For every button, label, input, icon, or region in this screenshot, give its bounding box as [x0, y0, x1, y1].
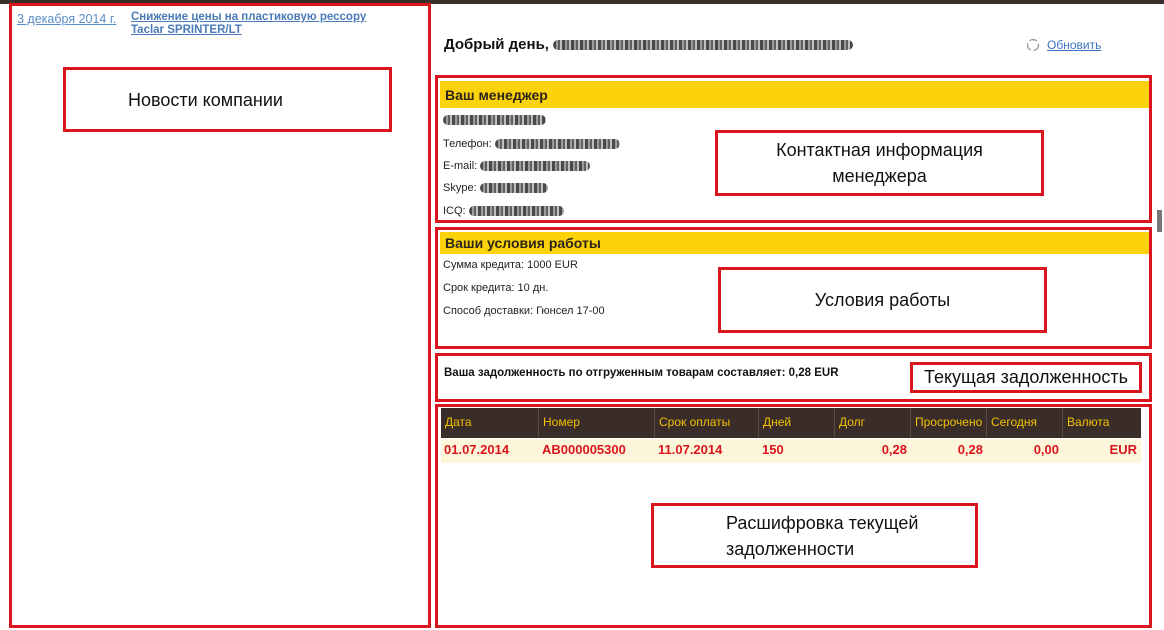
scrollbar-thumb[interactable] [1157, 210, 1162, 232]
debt-text: Ваша задолженность по отгруженным товара… [444, 367, 839, 379]
cell-date: 01.07.2014 [444, 442, 510, 457]
greeting-text: Добрый день, [444, 36, 549, 53]
credit-term: Срок кредита: 10 дн. [443, 282, 549, 294]
cell-due-date: 11.07.2014 [658, 442, 723, 457]
debt-annotation: Текущая задолженность [910, 362, 1142, 393]
news-annotation: Новости компании [63, 67, 392, 132]
cell-debt: 0,28 [881, 442, 907, 457]
manager-icq: ICQ: [443, 205, 564, 217]
manager-phone: Телефон: [443, 138, 620, 150]
manager-name [443, 114, 546, 126]
col-days[interactable]: Дней [759, 408, 835, 438]
debt-details-annotation: Расшифровка текущей задолженности [651, 503, 978, 568]
col-due-date[interactable]: Срок оплаты [655, 408, 759, 438]
cell-number: AB000005300 [542, 442, 626, 457]
manager-header: Ваш менеджер [440, 81, 1149, 108]
news-date[interactable]: 3 декабря 2014 г. [17, 12, 116, 26]
terms-header: Ваши условия работы [440, 232, 1149, 254]
credit-sum: Сумма кредита: 1000 EUR [443, 259, 578, 271]
cell-today: 0,00 [1033, 442, 1059, 457]
table-row[interactable]: 01.07.2014 AB000005300 11.07.2014 150 0,… [441, 439, 1141, 463]
cell-days: 150 [762, 442, 784, 457]
manager-email-label: E-mail: [443, 160, 478, 172]
refresh-button[interactable]: Обновить [1026, 38, 1101, 52]
col-today[interactable]: Сегодня [987, 408, 1063, 438]
col-debt[interactable]: Долг [835, 408, 911, 438]
delivery-method: Способ доставки: Гюнсел 17-00 [443, 305, 605, 317]
manager-skype-label: Skype: [443, 182, 477, 194]
redacted-user-name [553, 40, 854, 51]
refresh-icon [1026, 38, 1040, 52]
debt-table-header: Дата Номер Срок оплаты Дней Долг Просроч… [441, 408, 1141, 438]
col-overdue[interactable]: Просрочено [911, 408, 987, 438]
news-title-link[interactable]: Снижение цены на пластиковую рессору Tac… [131, 11, 391, 37]
col-date[interactable]: Дата [441, 408, 539, 438]
cell-currency: EUR [1109, 442, 1137, 457]
greeting: Добрый день, [444, 36, 854, 53]
terms-annotation: Условия работы [718, 267, 1047, 333]
cell-overdue: 0,28 [957, 442, 983, 457]
manager-skype: Skype: [443, 182, 548, 194]
col-number[interactable]: Номер [539, 408, 655, 438]
manager-phone-label: Телефон: [443, 138, 492, 150]
manager-icq-label: ICQ: [443, 205, 466, 217]
manager-email: E-mail: [443, 160, 591, 172]
refresh-label: Обновить [1047, 38, 1102, 52]
manager-annotation: Контактная информация менеджера [715, 130, 1044, 196]
col-currency[interactable]: Валюта [1063, 408, 1141, 438]
